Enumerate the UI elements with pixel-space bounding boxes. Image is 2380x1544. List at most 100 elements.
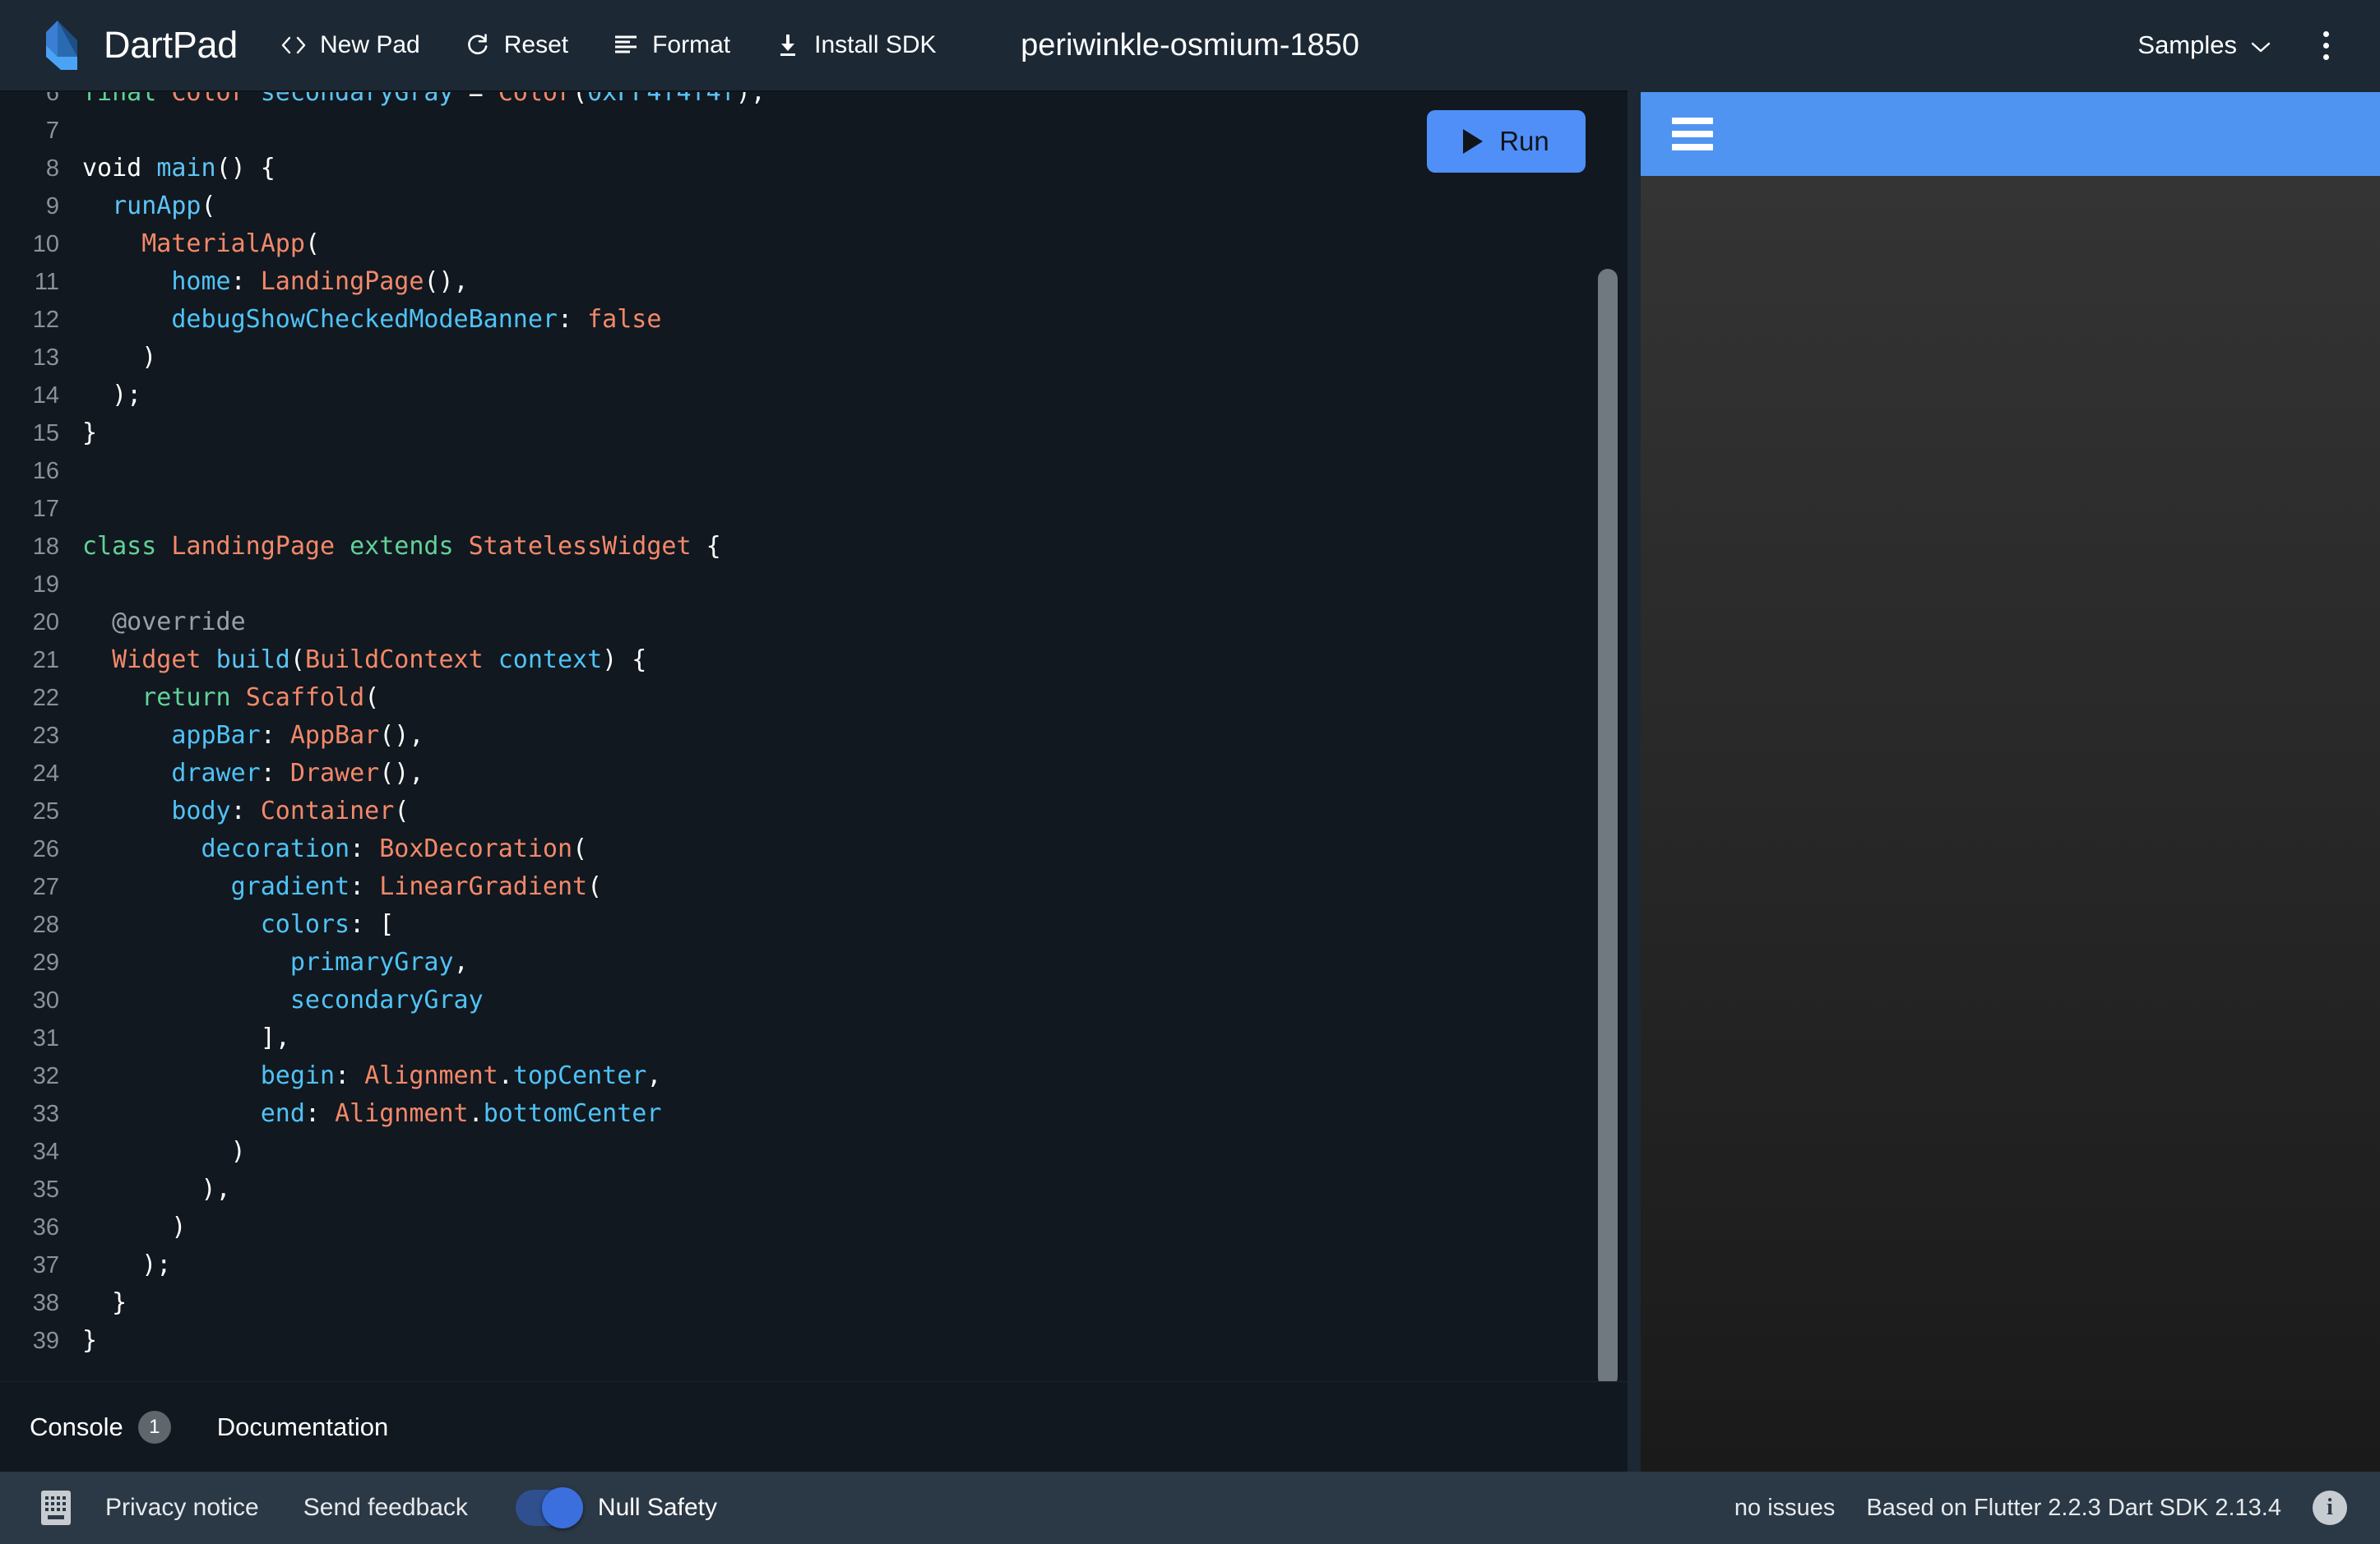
privacy-notice-link[interactable]: Privacy notice <box>102 1489 262 1527</box>
code-token: MaterialApp <box>141 229 305 258</box>
code-line: 11 home: LandingPage(), <box>0 263 1628 301</box>
issues-status: no issues <box>1734 1494 1836 1521</box>
refresh-icon <box>465 32 491 58</box>
reset-button[interactable]: Reset <box>453 23 580 67</box>
code-text: ), <box>59 1171 230 1209</box>
code-line: 30 secondaryGray <box>0 982 1628 1019</box>
code-token: (), <box>379 759 424 788</box>
code-token: : <box>260 759 290 788</box>
line-number: 16 <box>32 458 59 484</box>
line-number: 36 <box>32 1214 59 1241</box>
line-number: 21 <box>32 647 59 673</box>
tab-console[interactable]: Console 1 <box>23 1401 178 1454</box>
dartpad-app: DartPad New Pad Reset Format Install SDK… <box>0 0 2380 1544</box>
code-token: extends <box>350 532 469 561</box>
code-token: : <box>557 305 588 334</box>
code-token: gradient <box>230 872 350 901</box>
code-text: decoration: BoxDecoration( <box>59 830 588 868</box>
code-line: 24 drawer: Drawer(), <box>0 755 1628 793</box>
null-safety-toggle[interactable]: Null Safety <box>515 1487 717 1528</box>
code-token: ( <box>394 797 410 825</box>
code-token: final <box>82 92 172 107</box>
info-icon[interactable]: i <box>2313 1491 2347 1525</box>
line-number: 6 <box>45 92 59 106</box>
code-token: ) <box>82 1213 187 1241</box>
code-line: 29 primaryGray, <box>0 944 1628 982</box>
code-line: 32 begin: Alignment.topCenter, <box>0 1057 1628 1095</box>
line-number: 22 <box>32 685 59 711</box>
format-button[interactable]: Format <box>601 23 742 67</box>
code-line: 16 <box>0 452 1628 490</box>
code-token: ( <box>587 872 603 901</box>
code-token: . <box>498 1061 513 1090</box>
code-token: Alignment <box>364 1061 498 1090</box>
editor-scrollbar[interactable] <box>1598 92 1618 1381</box>
code-token: Container <box>260 797 395 825</box>
code-line: 15} <box>0 414 1628 452</box>
run-label: Run <box>1499 126 1549 156</box>
new-pad-button[interactable]: New Pad <box>269 23 432 67</box>
code-token: (), <box>424 267 469 296</box>
run-button[interactable]: Run <box>1427 110 1586 173</box>
code-token: = <box>468 92 498 107</box>
send-feedback-link[interactable]: Send feedback <box>300 1489 471 1527</box>
code-line: 14 ); <box>0 377 1628 414</box>
hamburger-menu-icon[interactable] <box>1672 118 1713 150</box>
code-token: ( <box>289 645 305 674</box>
code-line: 28 colors: [ <box>0 906 1628 944</box>
tab-documentation[interactable]: Documentation <box>211 1403 396 1452</box>
code-token: decoration <box>201 834 350 863</box>
reset-label: Reset <box>503 31 569 58</box>
code-text: primaryGray, <box>59 944 469 982</box>
code-text: home: LandingPage(), <box>59 263 469 301</box>
samples-dropdown[interactable]: Samples <box>2129 24 2280 67</box>
line-number: 33 <box>32 1101 59 1127</box>
code-line: 37 ); <box>0 1246 1628 1284</box>
code-text: MaterialApp( <box>59 225 320 263</box>
code-line: 35 ), <box>0 1171 1628 1209</box>
code-token: appBar <box>171 721 261 750</box>
code-token: secondaryGray <box>245 92 469 107</box>
code-token: } <box>82 1326 98 1355</box>
line-number: 20 <box>32 609 59 636</box>
code-token: Scaffold <box>245 683 365 712</box>
code-line: 19 <box>0 566 1628 603</box>
preview-appbar <box>1641 92 2380 176</box>
line-number: 28 <box>32 912 59 938</box>
line-number: 15 <box>32 420 59 446</box>
code-line: 18 class LandingPage extends StatelessWid… <box>0 528 1628 566</box>
toggle-track[interactable] <box>515 1487 583 1528</box>
line-number: 25 <box>32 798 59 825</box>
new-pad-label: New Pad <box>319 31 420 58</box>
keyboard-shortcuts-icon[interactable] <box>38 1488 102 1528</box>
code-token: home <box>171 267 231 296</box>
code-line: 10 MaterialApp( <box>0 225 1628 263</box>
code-text: return Scaffold( <box>59 679 379 717</box>
more-vertical-icon[interactable] <box>2308 24 2344 67</box>
editor-scrollbar-thumb[interactable] <box>1598 269 1618 1381</box>
code-editor[interactable]: 6 final Color secondaryGray = Color(0xFF4… <box>0 92 1628 1381</box>
line-number: 35 <box>32 1176 59 1203</box>
header-right: Samples <box>2129 24 2344 67</box>
line-number: 11 <box>34 269 59 295</box>
line-number: 26 <box>32 836 59 862</box>
code-token: class <box>82 532 172 561</box>
code-line: 33 end: Alignment.bottomCenter <box>0 1095 1628 1133</box>
code-line: 13 ) <box>0 339 1628 377</box>
line-number: 8 <box>45 155 59 182</box>
line-number: 24 <box>32 760 59 787</box>
code-token: LandingPage <box>171 532 350 561</box>
line-number: 39 <box>32 1328 59 1354</box>
install-sdk-button[interactable]: Install SDK <box>763 23 947 67</box>
code-token: ( <box>201 192 216 220</box>
install-sdk-label: Install SDK <box>814 31 937 58</box>
code-token: begin <box>260 1061 336 1090</box>
code-token: (), <box>379 721 424 750</box>
line-number: 9 <box>45 193 59 220</box>
